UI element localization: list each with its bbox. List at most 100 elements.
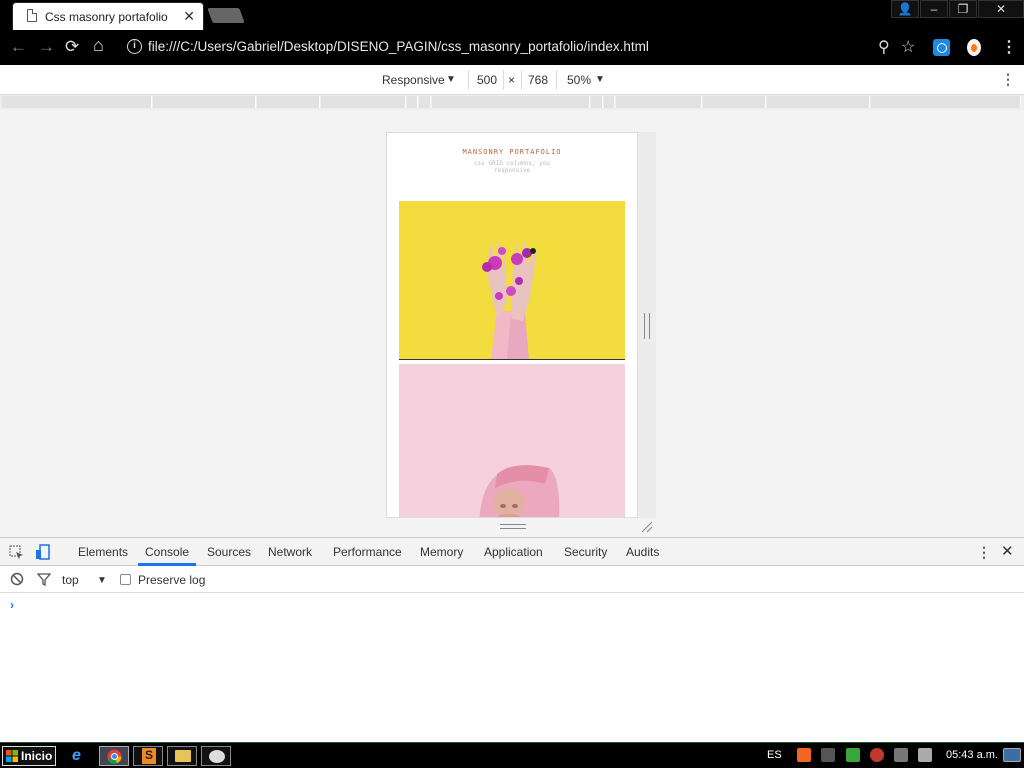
device-toggle-icon[interactable] [35,544,51,561]
device-viewport-area: MANSONRY PORTAFOLIO css GRID columns, yo… [0,110,1024,537]
back-icon[interactable]: ← [10,37,27,57]
start-label: Inicio [21,749,53,763]
console-toolbar: top ▼ Preserve log [0,566,1024,593]
tab-performance[interactable]: Performance [333,545,402,559]
resize-corner-icon[interactable] [640,520,654,534]
internet-explorer-icon[interactable]: e [72,747,81,765]
start-button[interactable]: Inicio [2,746,56,766]
tab-audits[interactable]: Audits [626,545,659,559]
device-mode-select[interactable]: Responsive [382,73,445,87]
tab-elements[interactable]: Elements [78,545,128,559]
chrome-icon [107,749,122,764]
tray-app-icon[interactable] [870,748,884,762]
dimension-separator: × [508,73,516,87]
explorer-taskbar-button[interactable] [167,746,197,766]
resize-handle-right[interactable] [644,313,650,339]
url-field[interactable]: file:///C:/Users/Gabriel/Desktop/DISENO_… [148,39,649,54]
tab-security[interactable]: Security [564,545,607,559]
chevron-down-icon: ▼ [595,74,605,85]
close-window-button[interactable]: ✕ [978,0,1024,18]
show-desktop-icon[interactable] [1003,748,1021,762]
bookmark-star-icon[interactable]: ☆ [901,37,915,57]
info-icon[interactable]: i [127,39,142,54]
device-toolbar: Responsive ▼ 500 × 768 50% ▼ ⋮ [0,65,1024,95]
media-query-segment[interactable] [591,96,603,108]
media-query-segment[interactable] [604,96,615,108]
painted-hands-image [399,201,625,359]
network-icon[interactable] [894,748,908,762]
media-query-segment[interactable] [419,96,431,108]
sublime-text-icon: S [142,748,156,764]
close-devtools-icon[interactable]: ✕ [1001,542,1014,560]
devtools-tabbar: Elements Console Sources Network Perform… [0,538,1024,566]
minimize-button[interactable]: – [920,0,948,18]
clock[interactable]: 05:43 a.m. [946,749,998,761]
media-query-segment[interactable] [2,96,152,108]
height-input[interactable]: 768 [528,73,548,87]
inspect-element-icon[interactable] [9,545,24,560]
tray-app-icon[interactable] [846,748,860,762]
tab-sources[interactable]: Sources [207,545,251,559]
close-tab-icon[interactable]: ✕ [183,8,195,25]
site-title: MANSONRY PORTAFOLIO [462,148,562,156]
console-prompt[interactable]: › [10,598,14,612]
tab-console[interactable]: Console [145,545,189,559]
volume-muted-icon[interactable] [821,748,835,762]
chevron-down-icon: ▼ [97,575,107,586]
media-query-bar [0,95,1024,110]
tab-memory[interactable]: Memory [420,545,463,559]
new-tab-button[interactable] [207,8,245,23]
media-query-segment[interactable] [616,96,702,108]
pink-paper-face-image [399,364,625,517]
gallery-image[interactable] [399,364,625,517]
extension-icon[interactable] [967,39,981,56]
media-query-segment[interactable] [432,96,590,108]
media-query-segment[interactable] [703,96,766,108]
profile-icon[interactable]: 👤 [891,0,919,18]
context-selector[interactable]: top [62,573,79,587]
windows-logo-icon [6,750,18,762]
home-icon[interactable]: ⌂ [93,35,104,56]
action-center-icon[interactable] [918,748,932,762]
preserve-log-checkbox[interactable] [120,574,131,585]
browser-tab[interactable]: Css masonry portafolio ✕ [12,2,204,30]
chrome-taskbar-button[interactable] [99,746,129,766]
chevron-down-icon: ▼ [446,74,456,85]
media-query-segment[interactable] [257,96,320,108]
width-input[interactable]: 500 [477,73,497,87]
media-query-segment[interactable] [871,96,1021,108]
site-subtitle: css GRID columns, you responsive [474,160,550,174]
extension-icon[interactable] [933,39,950,56]
menu-icon[interactable]: ⋮ [1001,37,1017,57]
paint-icon [209,750,225,763]
forward-icon[interactable]: → [38,37,55,57]
sublime-taskbar-button[interactable]: S [133,746,163,766]
page-icon [27,9,37,22]
media-query-segment[interactable] [321,96,406,108]
window-controls: 👤 – ❐ ✕ [890,0,1024,20]
reload-icon[interactable]: ⟳ [65,37,79,57]
filter-icon[interactable] [37,572,51,586]
tab-application[interactable]: Application [484,545,543,559]
zoom-select[interactable]: 50% [567,73,591,87]
media-query-segment[interactable] [153,96,256,108]
title-bar: Css masonry portafolio ✕ 👤 – ❐ ✕ [0,0,1024,30]
language-indicator[interactable]: ES [767,749,782,761]
xampp-icon[interactable] [797,748,811,762]
resize-handle-bottom[interactable] [500,524,526,529]
device-menu-icon[interactable]: ⋮ [1001,71,1015,88]
tab-network[interactable]: Network [268,545,312,559]
device-viewport: MANSONRY PORTAFOLIO css GRID columns, yo… [386,132,638,518]
media-query-segment[interactable] [767,96,870,108]
devtools-menu-icon[interactable]: ⋮ [977,544,991,561]
devtools-panel: Elements Console Sources Network Perform… [0,537,1024,742]
restore-button[interactable]: ❐ [949,0,977,18]
taskbar: Inicio e S ES 05:43 a.m. [0,742,1024,768]
folder-icon [175,750,191,762]
gallery-image[interactable] [399,201,625,360]
clear-console-icon[interactable] [10,572,24,586]
preserve-log-label: Preserve log [138,573,206,587]
paint-taskbar-button[interactable] [201,746,231,766]
media-query-segment[interactable] [407,96,418,108]
zoom-icon[interactable]: ⚲ [878,37,890,57]
